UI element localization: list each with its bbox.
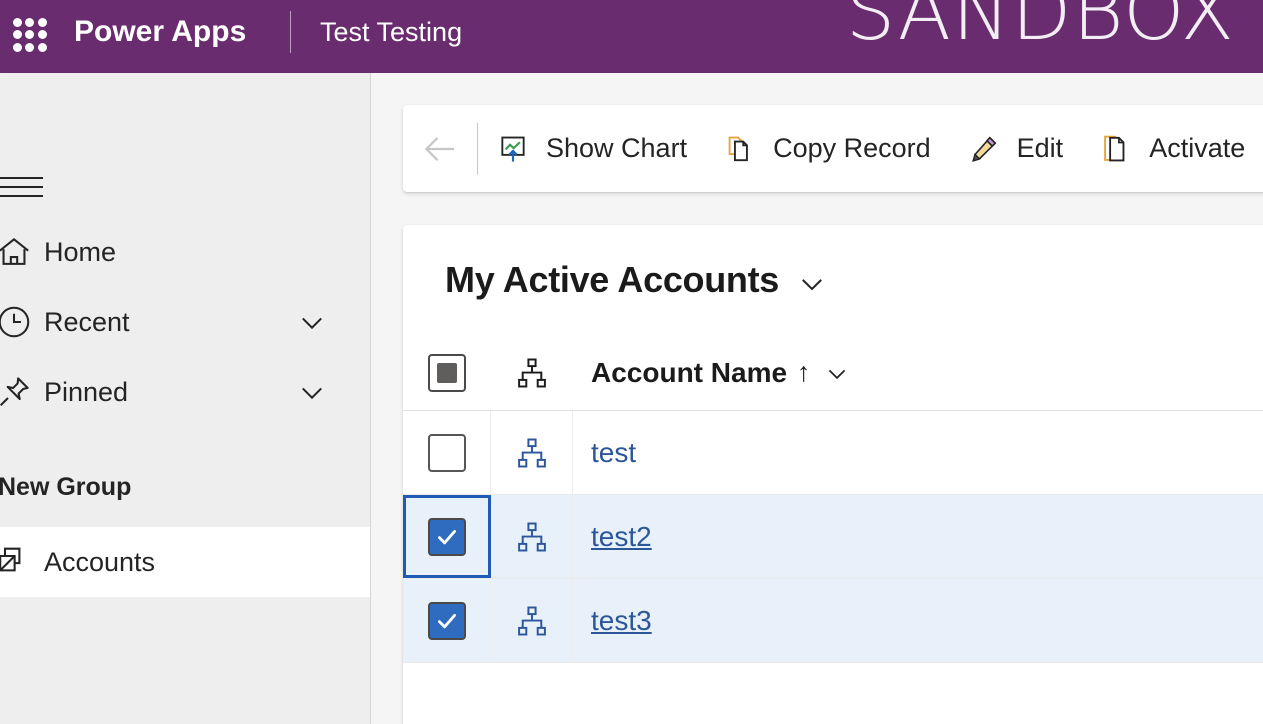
sidebar-item-label: Recent <box>44 306 130 337</box>
copy-record-icon <box>723 132 757 166</box>
chevron-down-icon[interactable] <box>795 266 829 300</box>
app-launcher-waffle-icon[interactable] <box>8 13 52 57</box>
header-divider <box>290 11 291 53</box>
power-apps-window: Power Apps Test Testing SANDBOX Home Rec… <box>0 0 1263 724</box>
sidebar-group-label: New Group <box>0 472 132 501</box>
app-name[interactable]: Test Testing <box>320 8 462 56</box>
accounts-entity-icon <box>0 543 44 581</box>
row-entity-icon-cell <box>491 579 573 662</box>
command-label: Show Chart <box>546 133 688 163</box>
command-label: Copy Record <box>773 133 931 163</box>
sitemap-sidebar: Home Recent Pinned New Group Accounts <box>0 73 371 724</box>
sidebar-item-label: Home <box>44 236 117 267</box>
hierarchy-icon <box>517 438 546 467</box>
row-checkbox[interactable] <box>427 433 466 472</box>
grid-header-row: Account Name ↑ <box>403 335 1263 411</box>
grid-panel: My Active Accounts Account Name ↑ test t… <box>403 225 1263 724</box>
copy-record-button[interactable]: Copy Record <box>705 105 949 192</box>
command-label: Edit <box>1016 133 1064 163</box>
command-bar: Show Chart Copy Record Edit Activate <box>403 105 1263 192</box>
account-name-link[interactable]: test <box>591 437 636 469</box>
sidebar-item-pinned[interactable]: Pinned <box>0 357 370 427</box>
row-name-cell[interactable]: test2 <box>573 495 1263 578</box>
table-row[interactable]: test2 <box>403 495 1263 579</box>
hierarchy-icon <box>517 606 546 635</box>
home-icon <box>0 233 44 271</box>
table-row[interactable]: test3 <box>403 579 1263 663</box>
chevron-down-icon[interactable] <box>295 375 329 409</box>
sandbox-watermark: SANDBOX <box>845 0 1235 58</box>
row-select-cell[interactable] <box>403 495 491 578</box>
row-entity-icon-cell <box>491 495 573 578</box>
select-all-checkbox[interactable] <box>428 353 466 392</box>
select-all-cell[interactable] <box>403 335 491 410</box>
row-name-cell[interactable]: test3 <box>573 579 1263 662</box>
table-row[interactable]: test <box>403 411 1263 495</box>
brand-title[interactable]: Power Apps <box>74 8 246 56</box>
activate-button[interactable]: Activate <box>1081 105 1263 192</box>
command-label: Activate <box>1149 133 1246 163</box>
edit-button[interactable]: Edit <box>949 105 1082 192</box>
page-title: My Active Accounts <box>445 259 780 300</box>
sidebar-item-label: Accounts <box>44 546 156 577</box>
sort-ascending-icon: ↑ <box>797 357 811 387</box>
row-checkbox[interactable] <box>427 517 466 556</box>
sidebar-item-accounts[interactable]: Accounts <box>0 527 370 597</box>
hierarchy-icon <box>518 358 546 387</box>
account-name-link[interactable]: test3 <box>591 605 652 637</box>
column-label: Account Name <box>591 356 788 388</box>
row-name-cell[interactable]: test <box>573 411 1263 494</box>
sidebar-item-label: Pinned <box>44 376 129 407</box>
row-entity-icon-cell <box>491 411 573 494</box>
row-select-cell[interactable] <box>403 411 491 494</box>
top-header-bar: Power Apps Test Testing SANDBOX <box>0 0 1263 73</box>
sidebar-item-home[interactable]: Home <box>0 217 370 287</box>
chevron-down-icon[interactable] <box>823 359 851 387</box>
hierarchy-icon <box>517 522 546 551</box>
show-chart-icon <box>496 132 530 166</box>
activate-document-icon <box>1099 132 1133 166</box>
row-checkbox[interactable] <box>427 601 466 640</box>
header-entity-icon-cell <box>491 335 573 410</box>
back-arrow-icon[interactable] <box>403 105 477 192</box>
show-chart-button[interactable]: Show Chart <box>478 105 705 192</box>
sidebar-nav-list: Home Recent Pinned <box>0 217 370 427</box>
column-header-account-name[interactable]: Account Name ↑ <box>573 335 1263 410</box>
sidebar-group-header: New Group <box>0 461 370 513</box>
edit-pencil-icon <box>967 132 1001 166</box>
row-select-cell[interactable] <box>403 579 491 662</box>
main-content-area: Show Chart Copy Record Edit Activate My … <box>371 73 1263 724</box>
account-name-link[interactable]: test2 <box>591 521 652 553</box>
chevron-down-icon[interactable] <box>295 305 329 339</box>
accounts-grid: Account Name ↑ test test2 test3 <box>403 335 1263 663</box>
clock-icon <box>0 303 44 341</box>
hamburger-menu-icon[interactable] <box>0 165 43 209</box>
sidebar-item-recent[interactable]: Recent <box>0 287 370 357</box>
view-selector[interactable]: My Active Accounts <box>403 225 1263 335</box>
pin-icon <box>0 373 44 411</box>
